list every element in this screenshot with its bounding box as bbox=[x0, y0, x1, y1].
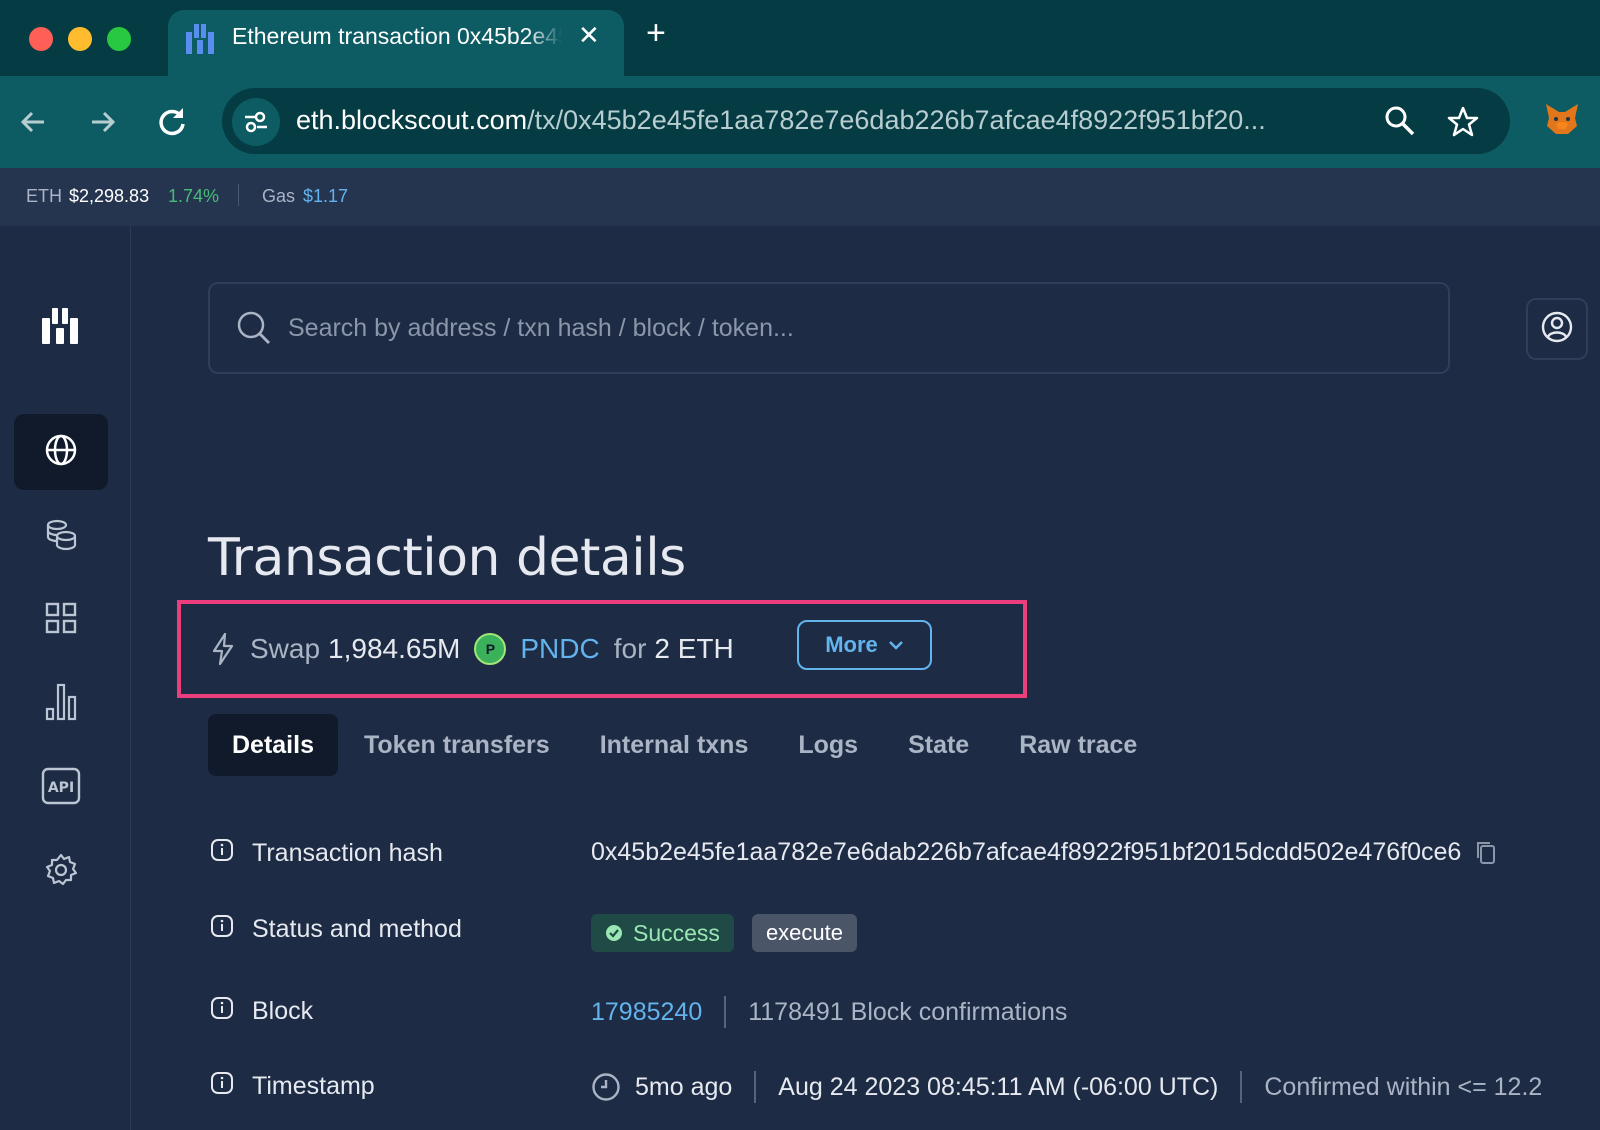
gas-price[interactable]: $1.17 bbox=[303, 186, 348, 207]
tab-logs[interactable]: Logs bbox=[774, 714, 882, 776]
divider bbox=[1240, 1071, 1243, 1103]
hash-label: Transaction hash bbox=[252, 839, 443, 867]
minimize-window-button[interactable] bbox=[68, 27, 92, 51]
info-icon[interactable] bbox=[210, 996, 234, 1027]
swap-for: for bbox=[613, 633, 647, 664]
tab-state[interactable]: State bbox=[884, 714, 993, 776]
detail-row-timestamp-label: Timestamp bbox=[210, 1071, 375, 1102]
search-icon bbox=[236, 310, 272, 351]
user-avatar-icon bbox=[1540, 310, 1574, 349]
globe-icon bbox=[44, 433, 78, 472]
swap-received: 2 ETH bbox=[654, 633, 734, 664]
block-label: Block bbox=[252, 997, 314, 1025]
browser-toolbar: eth.blockscout.com/tx/0x45b2e45fe1aa782e… bbox=[0, 76, 1600, 168]
sidebar-item-settings[interactable] bbox=[14, 834, 108, 910]
svg-text:API: API bbox=[48, 780, 74, 796]
clock-icon bbox=[591, 1072, 621, 1102]
detail-row-block-value: 17985240 1178491 Block confirmations bbox=[591, 996, 1067, 1028]
more-label: More bbox=[825, 632, 878, 657]
timestamp-relative: 5mo ago bbox=[635, 1072, 733, 1101]
eth-label: ETH bbox=[26, 186, 62, 206]
method-badge: execute bbox=[751, 914, 857, 952]
status-text: Success bbox=[633, 919, 720, 946]
url-domain: eth.blockscout.com bbox=[296, 105, 528, 135]
blockscout-favicon-icon bbox=[184, 22, 216, 61]
gas-label: Gas bbox=[262, 186, 296, 206]
tab-raw-trace[interactable]: Raw trace bbox=[995, 714, 1161, 776]
site-settings-icon[interactable] bbox=[232, 98, 280, 146]
detail-row-hash-value: 0x45b2e45fe1aa782e7e6dab226b7afcae4f8922… bbox=[591, 838, 1497, 867]
price-info-bar: ETH $2,298.83 1.74% Gas $1.17 bbox=[0, 168, 1600, 226]
token-logo-icon[interactable]: P bbox=[474, 633, 507, 665]
sidebar-item-blockchain[interactable] bbox=[14, 414, 108, 490]
tx-hash: 0x45b2e45fe1aa782e7e6dab226b7afcae4f8922… bbox=[591, 838, 1462, 866]
api-icon: API bbox=[41, 767, 81, 810]
gear-icon bbox=[44, 853, 78, 892]
tx-summary: Swap 1,984.65M P PNDC for 2 ETH bbox=[210, 624, 734, 674]
metamask-extension-icon[interactable] bbox=[1544, 102, 1580, 141]
confirmed-within: Confirmed within <= 12.2 bbox=[1264, 1072, 1543, 1101]
status-label: Status and method bbox=[252, 915, 462, 943]
browser-tab[interactable]: Ethereum transaction 0x45b2e45fe1aa782e7… bbox=[168, 10, 624, 76]
sidebar-item-stats[interactable] bbox=[14, 666, 108, 742]
divider bbox=[754, 1071, 757, 1103]
tab-token-transfers[interactable]: Token transfers bbox=[340, 714, 574, 776]
block-number-link[interactable]: 17985240 bbox=[591, 998, 702, 1027]
divider bbox=[724, 996, 727, 1028]
timestamp-label: Timestamp bbox=[252, 1072, 375, 1100]
detail-row-status-value: Success execute bbox=[591, 914, 857, 952]
blockscout-logo-icon[interactable] bbox=[40, 306, 80, 351]
bar-chart-icon bbox=[44, 683, 78, 726]
search-page-icon[interactable] bbox=[1384, 105, 1416, 142]
tab-details[interactable]: Details bbox=[208, 714, 338, 776]
bookmark-star-icon[interactable] bbox=[1446, 105, 1480, 144]
maximize-window-button[interactable] bbox=[107, 27, 131, 51]
detail-row-timestamp-value: 5mo ago Aug 24 2023 08:45:11 AM (-06:00 … bbox=[591, 1071, 1542, 1103]
token-link[interactable]: PNDC bbox=[520, 633, 599, 665]
copy-icon[interactable] bbox=[1475, 840, 1497, 866]
status-badge: Success bbox=[591, 914, 734, 952]
info-icon[interactable] bbox=[210, 914, 234, 945]
browser-tab-bar: Ethereum transaction 0x45b2e45fe1aa782e7… bbox=[0, 0, 1600, 76]
more-button[interactable]: More bbox=[797, 620, 932, 670]
coins-icon bbox=[44, 517, 78, 556]
info-icon[interactable] bbox=[210, 838, 234, 869]
sidebar-item-apps[interactable] bbox=[14, 582, 108, 658]
sidebar-item-tokens[interactable] bbox=[14, 498, 108, 574]
detail-row-status-label: Status and method bbox=[210, 914, 462, 945]
chevron-down-icon bbox=[888, 639, 904, 651]
search-box bbox=[208, 282, 1450, 374]
detail-row-hash-label: Transaction hash bbox=[210, 838, 443, 869]
tx-tabs: Details Token transfers Internal txns Lo… bbox=[208, 714, 1163, 776]
timestamp-absolute: Aug 24 2023 08:45:11 AM (-06:00 UTC) bbox=[778, 1072, 1219, 1101]
check-circle-icon bbox=[605, 924, 623, 942]
swap-action: Swap bbox=[250, 633, 321, 664]
url-text: eth.blockscout.com/tx/0x45b2e45fe1aa782e… bbox=[296, 105, 1266, 136]
tab-title: Ethereum transaction 0x45b2e45fe1aa782e7… bbox=[232, 23, 562, 50]
new-tab-icon[interactable]: + bbox=[646, 14, 666, 53]
info-icon[interactable] bbox=[210, 1071, 234, 1102]
swap-amount: 1,984.65M bbox=[328, 633, 461, 664]
tab-close-icon[interactable]: ✕ bbox=[578, 20, 600, 51]
detail-row-block-label: Block bbox=[210, 996, 313, 1027]
close-window-button[interactable] bbox=[29, 27, 53, 51]
page-title: Transaction details bbox=[208, 528, 686, 588]
sidebar-item-api[interactable]: API bbox=[14, 750, 108, 826]
forward-icon[interactable] bbox=[82, 102, 122, 142]
eth-change: 1.74% bbox=[168, 186, 220, 206]
sidebar: API bbox=[0, 226, 131, 1130]
url-path: /tx/0x45b2e45fe1aa782e7e6dab226b7afcae4f… bbox=[527, 105, 1266, 135]
grid-icon bbox=[44, 601, 78, 640]
block-confirmations: 1178491 Block confirmations bbox=[748, 997, 1068, 1026]
lightning-icon bbox=[210, 632, 236, 666]
tab-internal-txns[interactable]: Internal txns bbox=[576, 714, 773, 776]
eth-price: $2,298.83 bbox=[69, 186, 150, 206]
address-bar[interactable]: eth.blockscout.com/tx/0x45b2e45fe1aa782e… bbox=[222, 88, 1510, 154]
reload-icon[interactable] bbox=[152, 102, 192, 142]
account-button[interactable] bbox=[1526, 298, 1588, 360]
search-input[interactable] bbox=[286, 306, 1406, 350]
divider bbox=[238, 184, 239, 206]
back-icon[interactable] bbox=[14, 102, 54, 142]
